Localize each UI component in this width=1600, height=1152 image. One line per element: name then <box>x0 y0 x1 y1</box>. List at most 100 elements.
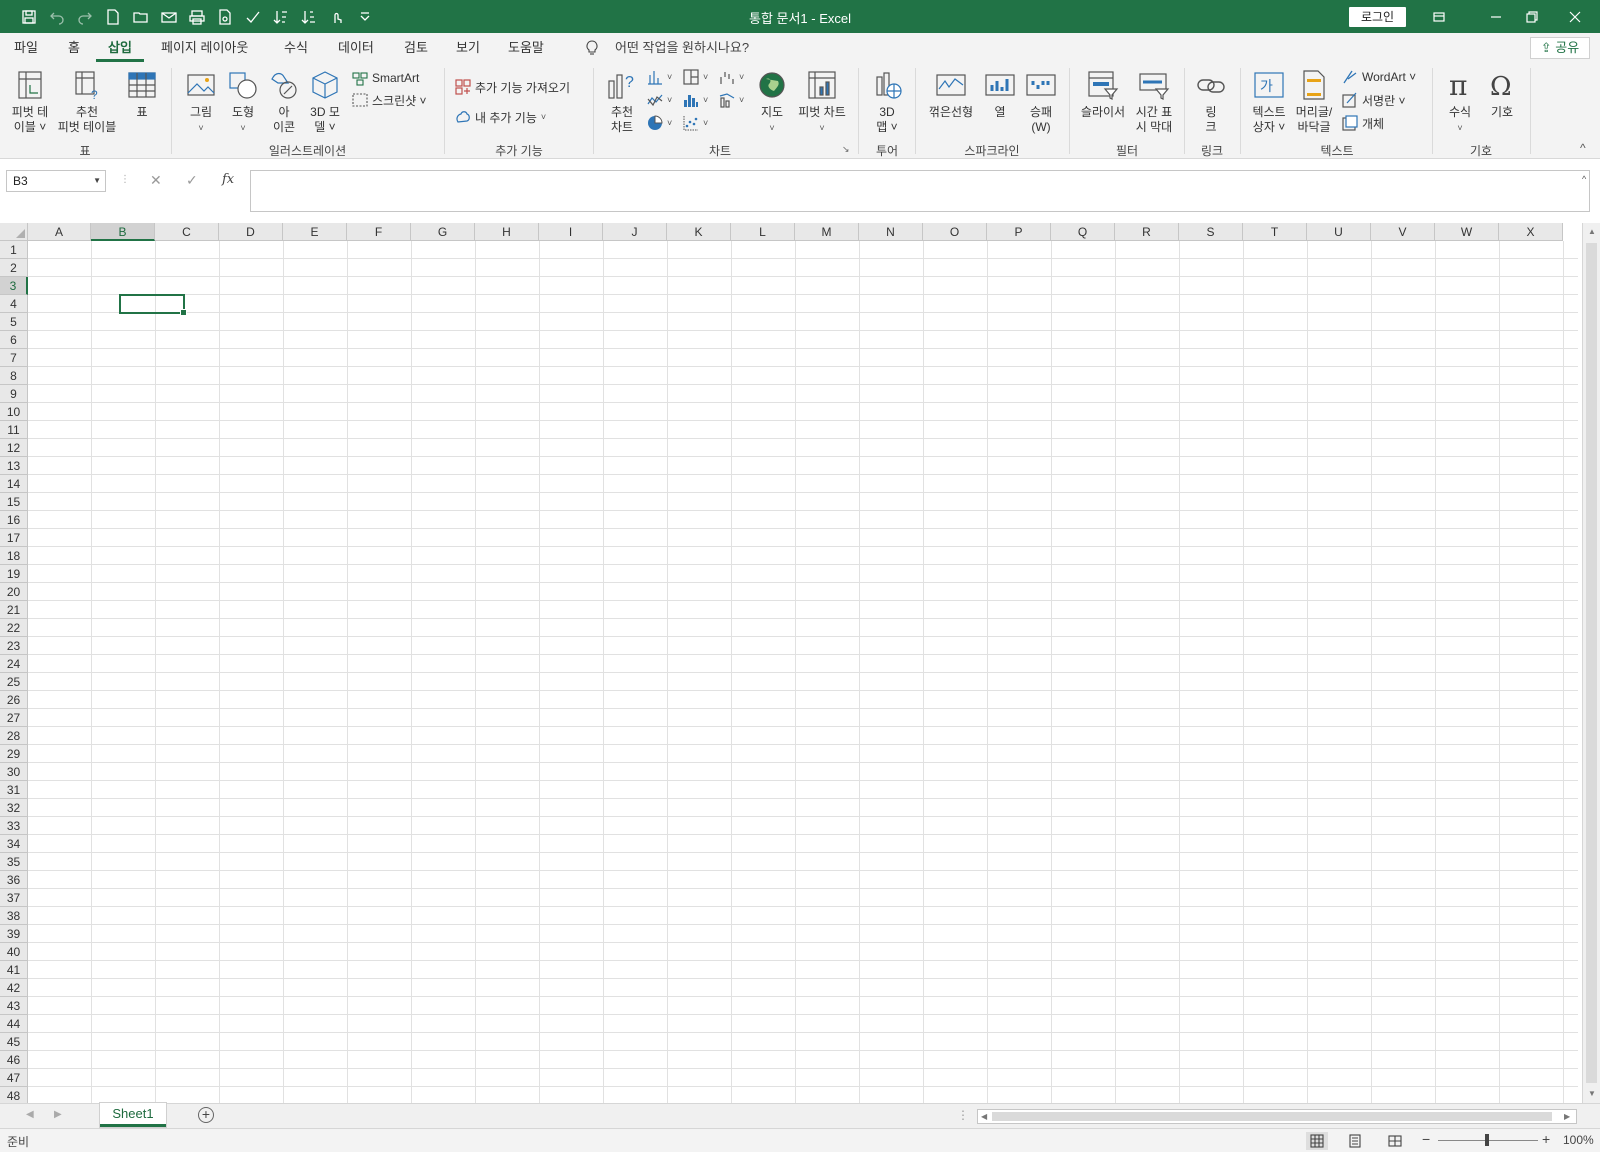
column-chart-button[interactable]: ˅ <box>647 67 672 87</box>
column-header[interactable]: T <box>1243 223 1307 241</box>
restore-icon[interactable] <box>1514 4 1550 30</box>
row-header[interactable]: 41 <box>0 961 28 979</box>
pivot-chart-button[interactable]: 피벗 차트 ˅ <box>795 69 849 136</box>
textbox-button[interactable]: 가 텍스트 상자 ˅ <box>1249 69 1289 135</box>
row-header[interactable]: 9 <box>0 385 28 403</box>
row-header[interactable]: 13 <box>0 457 28 475</box>
shapes-button[interactable]: 도형 ˅ <box>225 69 261 136</box>
column-header[interactable]: D <box>219 223 283 241</box>
scroll-down-icon[interactable]: ▼ <box>1588 1089 1596 1098</box>
my-addins-button[interactable]: 내 추가 기능 ˅ <box>455 107 546 127</box>
row-header[interactable]: 11 <box>0 421 28 439</box>
column-header[interactable]: R <box>1115 223 1179 241</box>
column-header[interactable]: M <box>795 223 859 241</box>
page-layout-view-button[interactable] <box>1344 1132 1366 1150</box>
row-header[interactable]: 33 <box>0 817 28 835</box>
name-box-dropdown-icon[interactable]: ▼ <box>93 171 101 191</box>
row-header[interactable]: 18 <box>0 547 28 565</box>
normal-view-button[interactable] <box>1306 1132 1328 1150</box>
row-header[interactable]: 46 <box>0 1051 28 1069</box>
minimize-icon[interactable] <box>1478 4 1514 30</box>
3d-map-button[interactable]: 3D 맵 ˅ <box>867 69 907 135</box>
tell-me-search[interactable]: 어떤 작업을 원하시나요? <box>615 33 749 62</box>
row-header[interactable]: 7 <box>0 349 28 367</box>
sparkline-line-button[interactable]: 꺾은선형 <box>923 69 979 120</box>
column-header[interactable]: Q <box>1051 223 1115 241</box>
tab-view[interactable]: 보기 <box>456 33 480 62</box>
tab-review[interactable]: 검토 <box>404 33 428 62</box>
expand-formula-bar-icon[interactable]: ^ <box>1582 174 1586 184</box>
row-header[interactable]: 19 <box>0 565 28 583</box>
pie-chart-button[interactable]: ˅ <box>647 113 672 133</box>
row-header[interactable]: 39 <box>0 925 28 943</box>
column-header[interactable]: W <box>1435 223 1499 241</box>
page-break-view-button[interactable] <box>1384 1132 1406 1150</box>
equation-button[interactable]: π 수식 ˅ <box>1442 69 1478 136</box>
slicer-button[interactable]: 슬라이서 <box>1077 69 1129 120</box>
row-header[interactable]: 43 <box>0 997 28 1015</box>
row-header[interactable]: 15 <box>0 493 28 511</box>
sparkline-column-button[interactable]: 열 <box>982 69 1018 120</box>
row-header[interactable]: 45 <box>0 1033 28 1051</box>
column-header[interactable]: F <box>347 223 411 241</box>
tab-insert[interactable]: 삽입 <box>96 33 144 62</box>
confirm-entry-icon[interactable]: ✓ <box>186 172 198 189</box>
add-sheet-icon[interactable]: + <box>198 1107 214 1123</box>
row-header[interactable]: 10 <box>0 403 28 421</box>
vertical-scroll-thumb[interactable] <box>1586 243 1597 1083</box>
line-chart-button[interactable]: ˅ <box>647 90 672 110</box>
column-header[interactable]: K <box>667 223 731 241</box>
sparkline-winloss-button[interactable]: 승패 (W) <box>1022 69 1060 135</box>
column-header[interactable]: B <box>91 223 155 241</box>
screenshot-button[interactable]: 스크린샷 ˅ <box>352 90 427 110</box>
tab-help[interactable]: 도움말 <box>508 33 544 62</box>
combo-chart-button[interactable]: ˅ <box>719 90 744 110</box>
column-header[interactable]: X <box>1499 223 1563 241</box>
row-header[interactable]: 26 <box>0 691 28 709</box>
maps-button[interactable]: 지도 ˅ <box>752 69 792 136</box>
row-header[interactable]: 14 <box>0 475 28 493</box>
table-button[interactable]: 표 <box>124 69 160 120</box>
statistic-chart-button[interactable]: ˅ <box>683 90 708 110</box>
row-header[interactable]: 42 <box>0 979 28 997</box>
row-header[interactable]: 44 <box>0 1015 28 1033</box>
row-header[interactable]: 30 <box>0 763 28 781</box>
column-header[interactable]: A <box>28 223 91 241</box>
row-header[interactable]: 4 <box>0 295 28 313</box>
row-header[interactable]: 32 <box>0 799 28 817</box>
column-header[interactable]: V <box>1371 223 1435 241</box>
zoom-in-button[interactable]: + <box>1542 1131 1550 1147</box>
row-header[interactable]: 16 <box>0 511 28 529</box>
column-header[interactable]: I <box>539 223 603 241</box>
recommended-pivot-button[interactable]: ? 추천 피벗 테이블 <box>53 69 121 135</box>
tab-data[interactable]: 데이터 <box>338 33 374 62</box>
row-header[interactable]: 21 <box>0 601 28 619</box>
row-header[interactable]: 40 <box>0 943 28 961</box>
next-sheet-icon[interactable]: ▶ <box>54 1109 62 1120</box>
row-header[interactable]: 17 <box>0 529 28 547</box>
insert-function-button[interactable]: fx <box>222 172 234 187</box>
zoom-slider-thumb[interactable] <box>1485 1134 1489 1146</box>
row-header[interactable]: 47 <box>0 1069 28 1087</box>
column-header[interactable]: G <box>411 223 475 241</box>
recommended-charts-button[interactable]: ? 추천 차트 <box>604 69 640 135</box>
wordart-button[interactable]: WordArt ˅ <box>1342 67 1416 87</box>
zoom-level[interactable]: 100% <box>1563 1133 1594 1147</box>
column-header[interactable]: J <box>603 223 667 241</box>
login-button[interactable]: 로그인 <box>1349 7 1406 27</box>
collapse-ribbon-button[interactable]: ^ <box>1580 140 1586 156</box>
close-icon[interactable] <box>1557 4 1593 30</box>
icons-button[interactable]: 아 이콘 <box>266 69 302 135</box>
timeline-button[interactable]: 시간 표 시 막대 <box>1130 69 1178 135</box>
header-footer-button[interactable]: 머리글/ 바닥글 <box>1292 69 1336 135</box>
horizontal-scrollbar[interactable]: ◀ ▶ <box>977 1109 1577 1124</box>
symbol-button[interactable]: Ω 기호 <box>1484 69 1520 120</box>
hierarchy-chart-button[interactable]: ˅ <box>683 67 708 87</box>
tab-home[interactable]: 홈 <box>68 33 80 62</box>
row-header[interactable]: 6 <box>0 331 28 349</box>
row-header[interactable]: 48 <box>0 1087 28 1103</box>
select-all-button[interactable] <box>0 223 28 241</box>
tab-file[interactable]: 파일 <box>14 33 38 62</box>
row-header[interactable]: 25 <box>0 673 28 691</box>
signature-line-button[interactable]: 서명란 ˅ <box>1342 90 1405 110</box>
